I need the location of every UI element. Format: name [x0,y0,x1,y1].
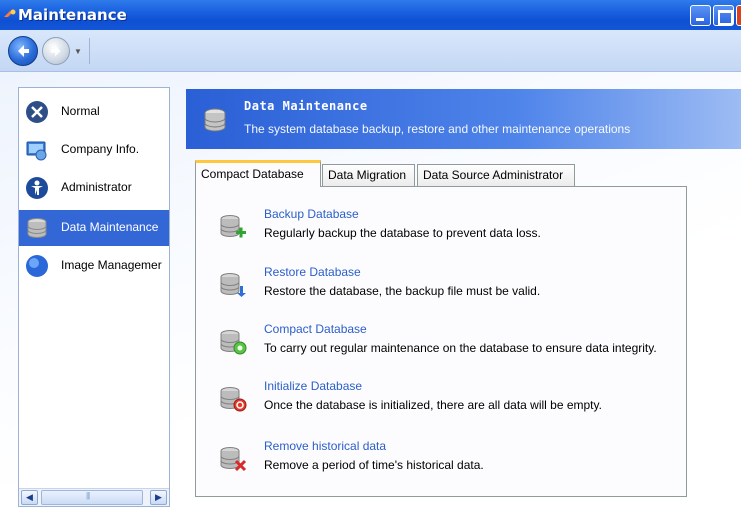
scroll-left-button[interactable]: ◀ [21,490,38,505]
history-dropdown-icon[interactable]: ▼ [74,47,82,56]
sidebar-item-label: Administrator [61,180,132,194]
operation-description: Remove a period of time's historical dat… [264,458,484,472]
tab-label: Data Source Administrator [423,168,564,182]
tab-data-migration[interactable]: Data Migration [322,164,415,186]
sidebar-item-company-info[interactable]: Company Info. [19,132,169,168]
database-compact-icon [220,330,247,355]
tab-compact-database[interactable]: Compact Database [195,160,321,187]
sidebar-item-label: Data Maintenance [61,220,159,234]
operation-title[interactable]: Remove historical data [264,439,386,453]
operation-initialize-database[interactable]: Initialize Database Once the database is… [196,373,686,423]
operation-description: Regularly backup the database to prevent… [264,226,541,240]
operation-backup-database[interactable]: Backup Database Regularly backup the dat… [196,201,686,251]
tab-label: Compact Database [201,167,304,181]
sidebar-item-image-management[interactable]: Image Managemer [19,248,169,284]
arrow-right-icon [50,45,61,57]
database-add-icon [220,215,246,238]
operation-compact-database[interactable]: Compact Database To carry out regular ma… [196,316,686,366]
sidebar: Normal Company Info. Administrator Data … [18,87,170,507]
operation-remove-historical-data[interactable]: Remove historical data Remove a period o… [196,433,686,483]
title-bar: Maintenance [0,0,741,30]
user-icon [26,177,48,199]
sidebar-item-label: Company Info. [61,142,140,156]
operation-restore-database[interactable]: Restore Database Restore the database, t… [196,259,686,309]
sidebar-item-administrator[interactable]: Administrator [19,170,169,206]
operation-title[interactable]: Backup Database [264,207,359,221]
tools-icon [26,101,48,123]
operation-description: To carry out regular maintenance on the … [264,341,657,355]
sidebar-item-label: Image Managemer [61,258,162,272]
back-button[interactable] [8,36,38,66]
database-reset-icon [220,387,247,412]
scroll-right-button[interactable]: ▶ [150,490,167,505]
minimize-button[interactable] [690,5,711,26]
sidebar-item-data-maintenance[interactable]: Data Maintenance [19,210,169,246]
operation-description: Once the database is initialized, there … [264,398,602,412]
arrow-left-icon [18,45,29,57]
operation-title[interactable]: Initialize Database [264,379,362,393]
operation-description: Restore the database, the backup file mu… [264,284,541,298]
maximize-button[interactable] [713,5,734,26]
app-icon [4,9,16,17]
forward-button[interactable] [42,37,70,65]
navigation-bar [0,30,741,72]
globe-icon [26,255,48,277]
database-icon [27,218,47,238]
scroll-thumb[interactable] [41,490,143,505]
database-restore-icon [220,273,246,297]
section-header: Data Maintenance The system database bac… [186,89,741,149]
operation-title[interactable]: Restore Database [264,265,361,279]
operation-title[interactable]: Compact Database [264,322,367,336]
database-icon [204,108,226,132]
sidebar-item-normal[interactable]: Normal [19,94,169,130]
page-subtitle: The system database backup, restore and … [244,122,631,136]
sidebar-horizontal-scrollbar[interactable]: ◀ ▶ [19,488,169,506]
computer-icon [26,141,47,161]
tab-panel-compact-database: Backup Database Regularly backup the dat… [195,186,687,497]
tab-data-source-administrator[interactable]: Data Source Administrator [417,164,575,186]
window-title: Maintenance [18,6,127,24]
database-remove-icon [220,447,247,472]
close-button[interactable] [736,5,741,26]
navbar-separator [89,38,90,64]
sidebar-item-label: Normal [61,104,100,118]
tab-label: Data Migration [328,168,407,182]
page-title: Data Maintenance [244,99,368,113]
